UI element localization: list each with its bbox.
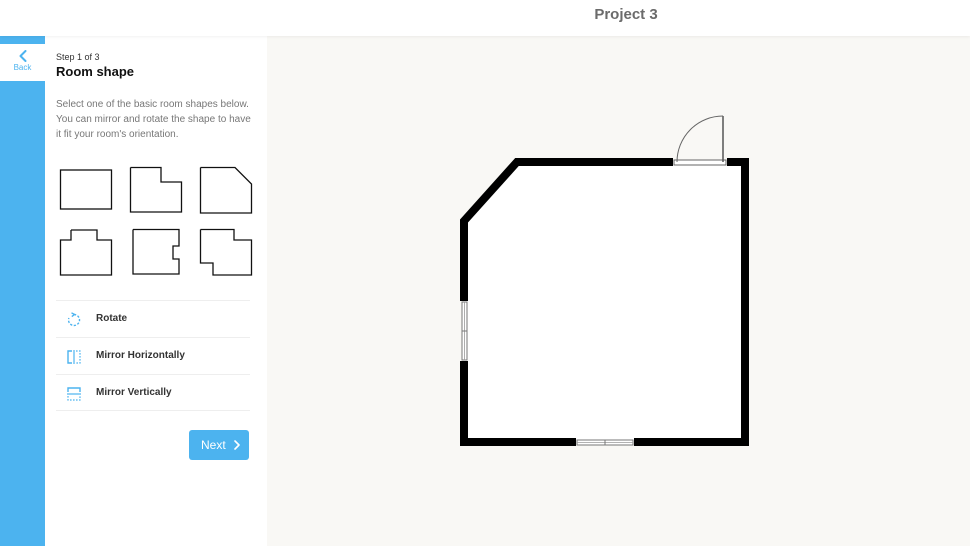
transform-tools: Rotate Mirror Horizontally Mirror Vertic… [56,300,250,411]
shape-t-shape[interactable] [59,228,113,278]
window-left[interactable] [461,301,468,361]
back-label: Back [13,63,32,72]
instructions-text: Select one of the basic room shapes belo… [56,99,251,140]
floor-plan-canvas[interactable] [267,36,970,546]
next-label: Next [201,438,226,452]
next-button[interactable]: Next [189,430,249,460]
shape-z-shape[interactable] [199,228,253,278]
mirror-vertical-icon [67,387,81,401]
door[interactable] [673,115,727,166]
shape-u-shape[interactable] [129,228,183,278]
floor-plan [460,115,749,446]
window-bottom[interactable] [576,439,634,446]
panel-title: Room shape [56,64,135,79]
step-indicator: Step 1 of 3 [56,52,100,62]
left-rail: Back [0,36,45,546]
shape-grid [59,166,253,278]
back-button[interactable]: Back [0,44,45,81]
shape-l-shape[interactable] [129,166,183,216]
mirror-vertically-label: Mirror Vertically [96,387,172,398]
mirror-horizontally-button[interactable]: Mirror Horizontally [56,337,250,374]
shape-cut-corner[interactable] [199,166,253,216]
room-floor[interactable] [464,162,745,442]
project-title: Project 3 [594,6,658,23]
chevron-right-icon [234,440,240,450]
rotate-label: Rotate [96,313,128,324]
chevron-left-icon [19,50,26,62]
shape-rectangle[interactable] [59,166,113,216]
mirror-horizontally-label: Mirror Horizontally [96,350,185,361]
rotate-icon [67,312,81,327]
mirror-vertically-button[interactable]: Mirror Vertically [56,374,250,411]
rotate-button[interactable]: Rotate [56,300,250,337]
room-shape-panel: Step 1 of 3 Room shape Select one of the… [45,36,267,546]
mirror-horizontal-icon [67,350,81,364]
top-bar: Project 3 [0,0,970,36]
